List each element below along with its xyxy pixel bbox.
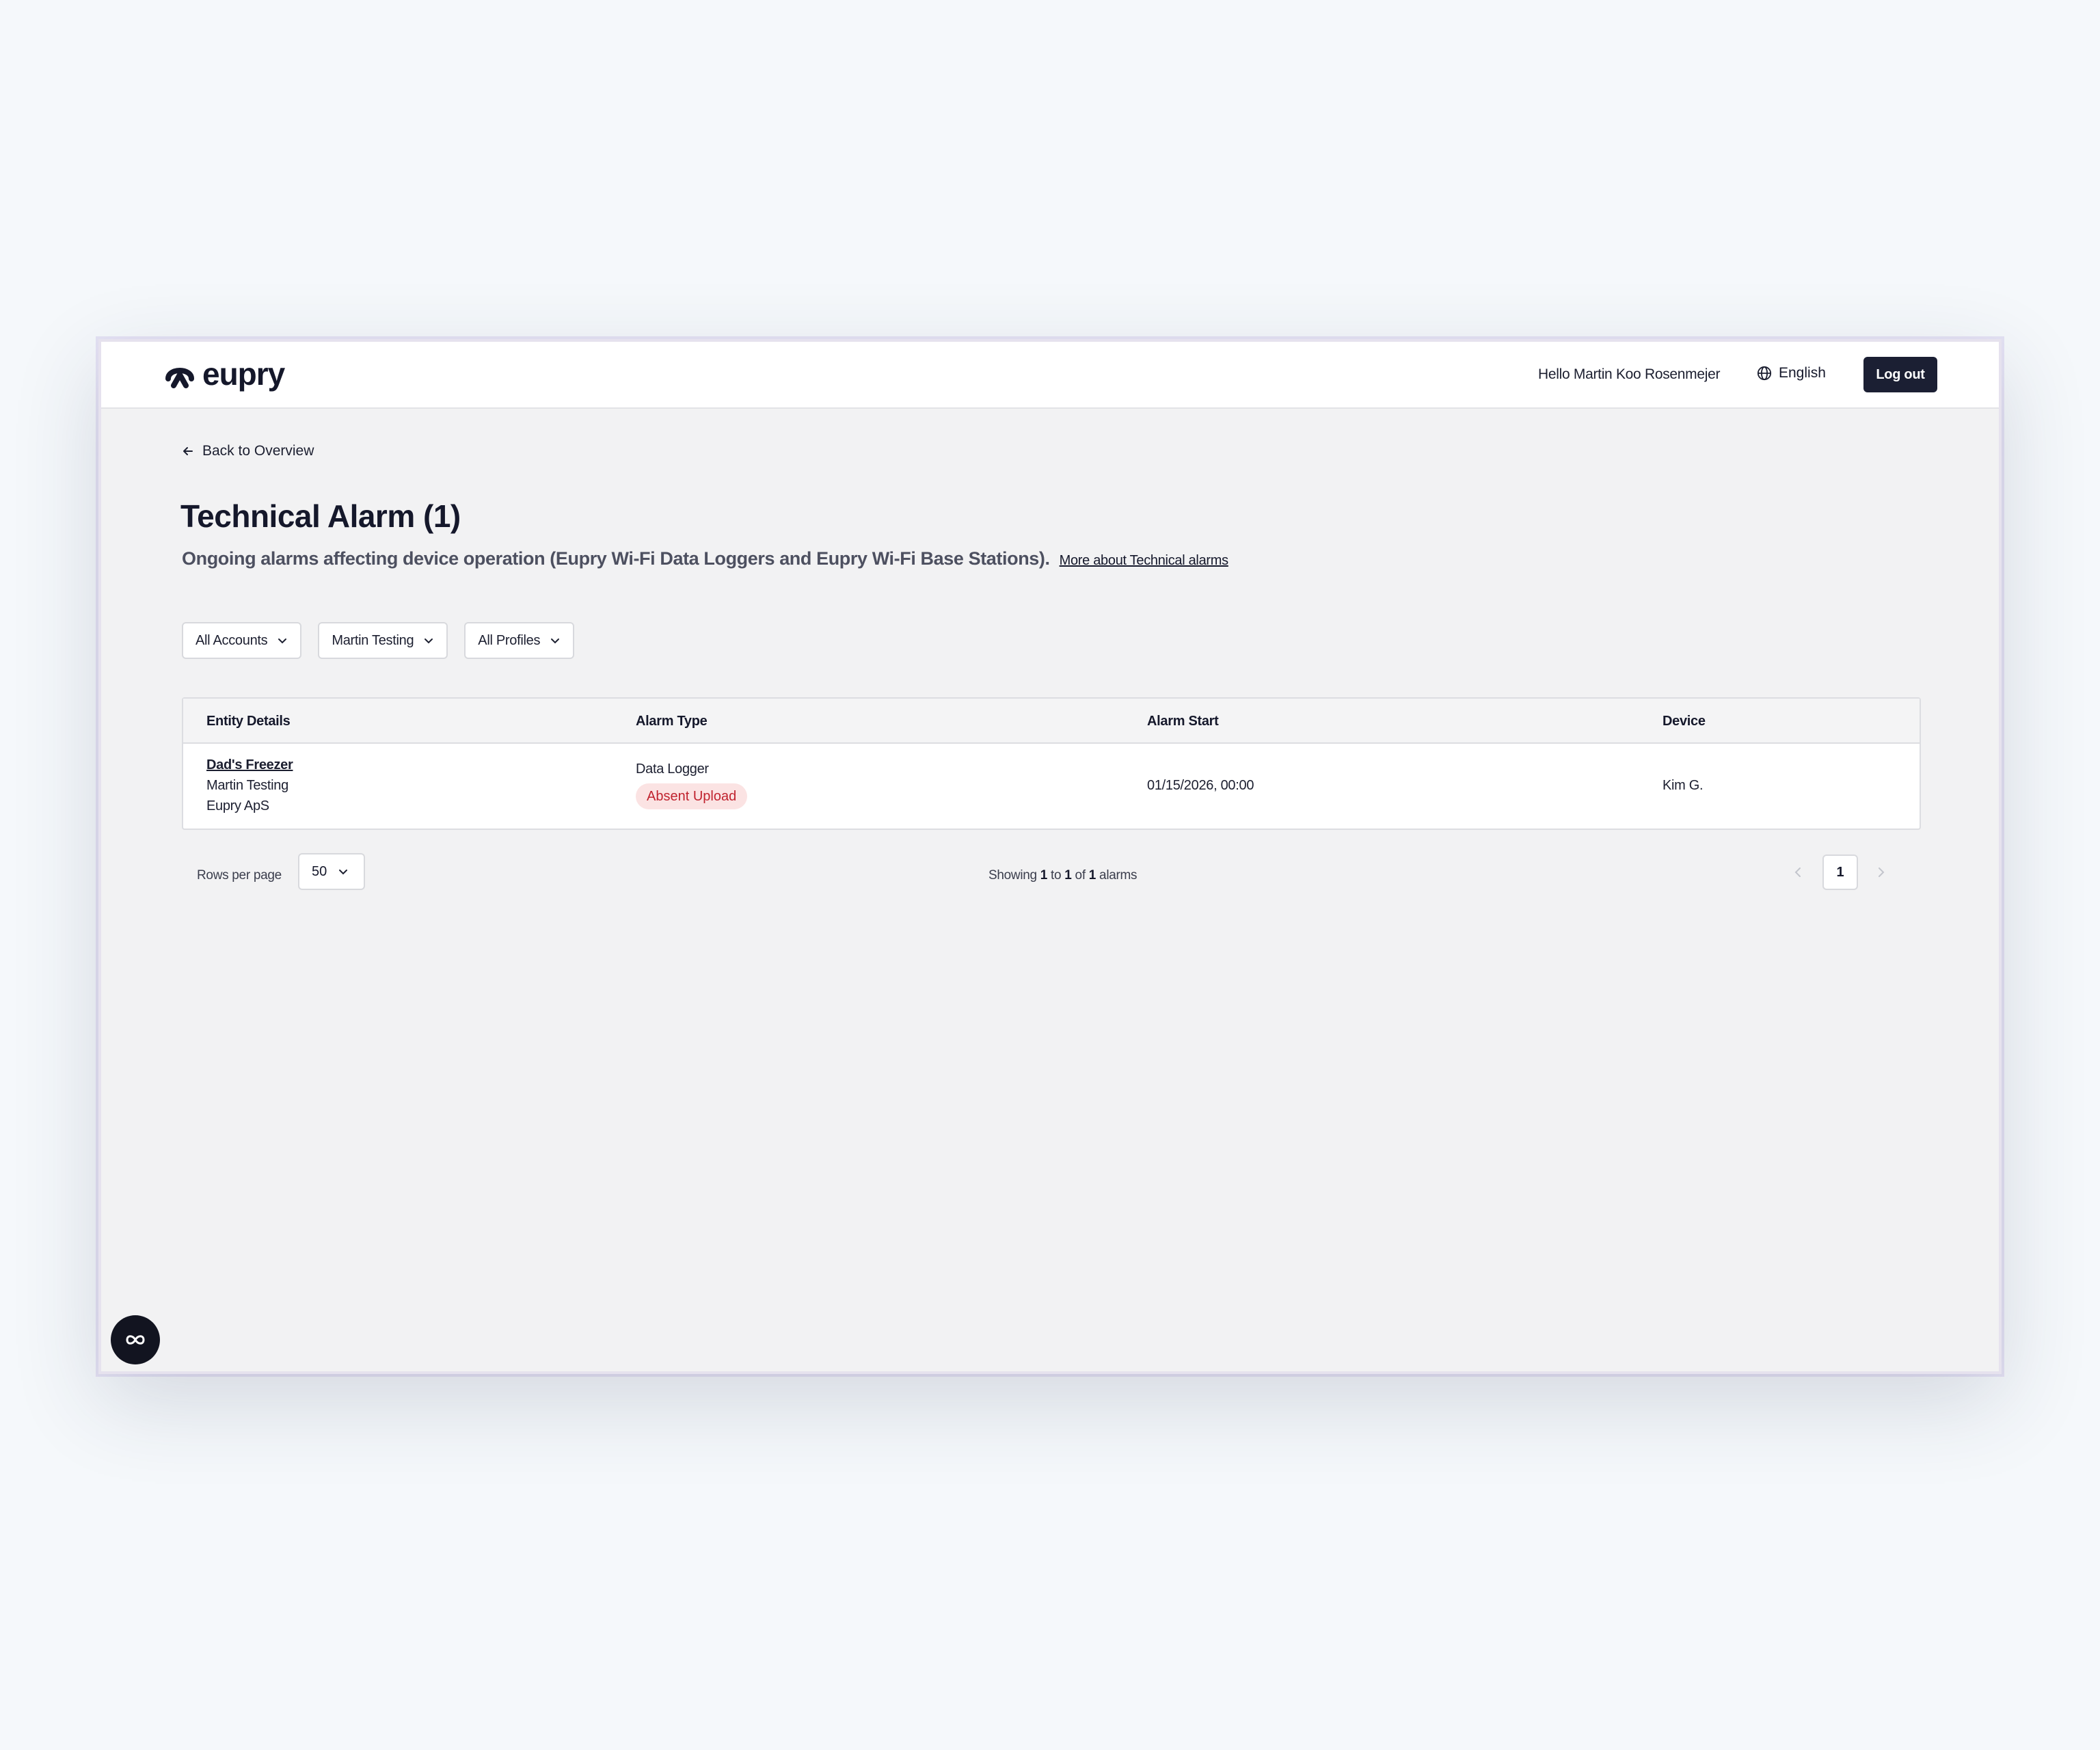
rows-per-page-value: 50 — [312, 863, 327, 879]
app-window: eupry Hello Martin Koo Rosenmejer Englis… — [98, 339, 2002, 1374]
rows-per-page-label: Rows per page — [197, 868, 282, 883]
back-to-overview-link[interactable]: Back to Overview — [182, 443, 314, 459]
user-greeting: Hello Martin Koo Rosenmejer — [1538, 366, 1721, 382]
device-name: Kim G. — [1662, 778, 1704, 793]
showing-suffix: alarms — [1099, 868, 1138, 883]
chevron-down-icon — [551, 638, 560, 644]
column-header-alarm-type[interactable]: Alarm Type — [636, 714, 708, 729]
accounts-filter-label: All Accounts — [196, 632, 268, 648]
showing-of-word: of — [1075, 868, 1086, 883]
showing-prefix: Showing — [988, 868, 1037, 883]
filter-bar: All Accounts Martin Testing All Profiles — [182, 622, 575, 659]
globe-icon — [1757, 366, 1772, 381]
location-filter-dropdown[interactable]: Martin Testing — [318, 622, 448, 659]
showing-total: 1 — [1088, 868, 1096, 883]
language-selector[interactable]: English — [1757, 365, 1826, 381]
alarms-table: Entity Details Alarm Type Alarm Start De… — [182, 697, 1921, 830]
alarm-start-time: 01/15/2026, 00:00 — [1147, 778, 1254, 793]
chevron-down-icon — [425, 638, 433, 644]
entity-name-link[interactable]: Dad's Freezer — [206, 757, 293, 773]
arrow-left-icon — [183, 447, 193, 455]
page-button-current[interactable]: 1 — [1822, 854, 1858, 890]
rows-per-page-select[interactable]: 50 — [298, 853, 365, 890]
table-header: Entity Details Alarm Type Alarm Start De… — [183, 699, 1920, 744]
status-badge: Absent Upload — [636, 783, 748, 809]
page-subtitle: Ongoing alarms affecting device operatio… — [182, 548, 1228, 569]
profiles-filter-label: All Profiles — [478, 632, 541, 648]
chat-widget-button[interactable] — [111, 1315, 160, 1364]
infinity-chat-icon — [126, 1335, 145, 1345]
chevron-down-icon — [278, 638, 287, 644]
column-header-entity-details[interactable]: Entity Details — [206, 714, 291, 729]
alarm-type: Data Logger — [636, 762, 709, 777]
pagination-summary: Showing 1 to 1 of 1 alarms — [988, 868, 1138, 883]
showing-to-word: to — [1051, 868, 1062, 883]
language-label: English — [1779, 365, 1826, 381]
location-filter-label: Martin Testing — [332, 632, 414, 648]
logout-button[interactable]: Log out — [1863, 357, 1937, 392]
top-navigation-bar: eupry Hello Martin Koo Rosenmejer Englis… — [101, 342, 1999, 409]
subtitle-text: Ongoing alarms affecting device operatio… — [182, 548, 1050, 569]
column-header-device[interactable]: Device — [1662, 714, 1706, 729]
chevron-down-icon — [339, 870, 348, 875]
page-title: Technical Alarm (1) — [180, 498, 461, 534]
more-about-technical-alarms-link[interactable]: More about Technical alarms — [1060, 553, 1229, 569]
column-header-alarm-start[interactable]: Alarm Start — [1147, 714, 1219, 729]
profiles-filter-dropdown[interactable]: All Profiles — [464, 622, 575, 659]
eupry-logo-icon — [165, 368, 194, 388]
eupry-logo[interactable]: eupry — [164, 356, 285, 392]
chevron-right-icon[interactable] — [1873, 864, 1889, 880]
accounts-filter-dropdown[interactable]: All Accounts — [182, 622, 302, 659]
entity-company: Eupry ApS — [206, 798, 269, 813]
entity-location: Martin Testing — [206, 778, 288, 793]
showing-from: 1 — [1040, 868, 1048, 883]
back-label: Back to Overview — [202, 443, 314, 459]
showing-to: 1 — [1064, 868, 1072, 883]
logo-text: eupry — [202, 356, 285, 392]
chevron-left-icon[interactable] — [1790, 864, 1806, 880]
